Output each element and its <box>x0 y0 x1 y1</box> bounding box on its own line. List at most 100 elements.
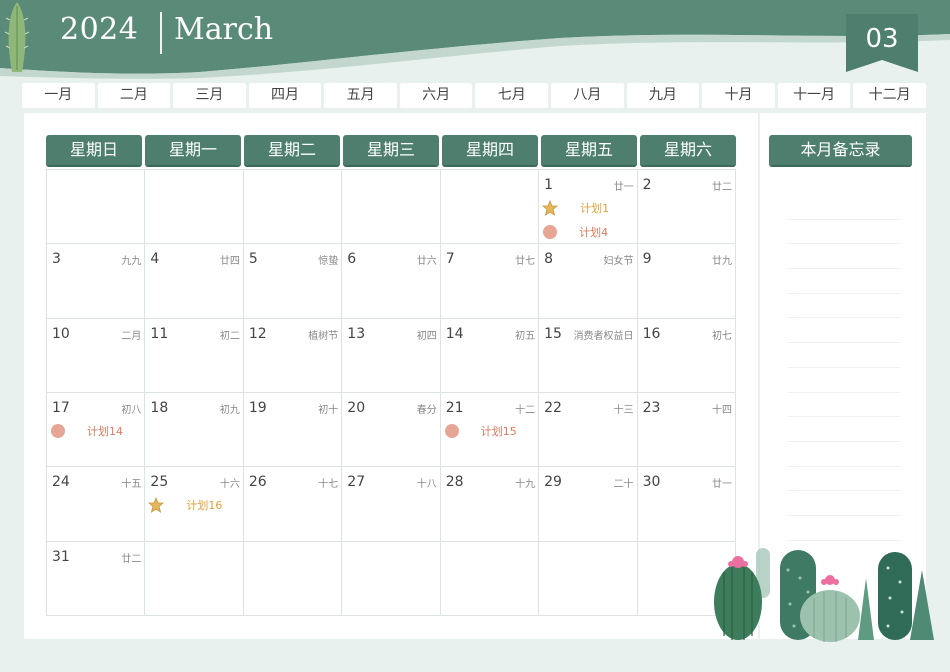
day-cell[interactable]: 25 十六 计划16 <box>145 467 244 542</box>
plan-entry[interactable]: 计划4 <box>542 223 608 241</box>
memo-line[interactable] <box>787 294 901 319</box>
lunar-date: 廿二 <box>121 553 142 565</box>
lunar-date: 初九 <box>219 405 240 416</box>
day-cell[interactable]: 13 初四 <box>342 318 441 393</box>
memo-line[interactable] <box>787 442 901 467</box>
lunar-date: 十四 <box>712 405 732 416</box>
day-cell[interactable]: 14 初五 <box>440 318 540 393</box>
lunar-date: 廿六 <box>416 256 437 268</box>
star-icon <box>148 497 165 514</box>
plan-label: 计划1 <box>580 202 610 215</box>
day-cell[interactable]: 1 廿一 计划1 计划4 <box>539 170 638 245</box>
memo-line[interactable] <box>787 516 901 541</box>
day-number: 17 <box>52 400 70 416</box>
day-cell[interactable]: 8 妇女节 <box>539 244 638 319</box>
empty-day-cell <box>47 170 146 245</box>
lunar-date: 廿七 <box>515 256 536 268</box>
lunar-date: 初五 <box>515 330 536 342</box>
day-cell[interactable]: 3 九九 <box>47 244 146 319</box>
day-cell[interactable]: 17 初八 计划14 <box>47 393 146 468</box>
lunar-date: 十八 <box>416 479 437 491</box>
day-number: 13 <box>347 325 366 342</box>
day-number: 10 <box>52 325 70 342</box>
month-tab[interactable]: 十一月 <box>777 83 851 108</box>
day-cell[interactable]: 23 十四 <box>637 393 736 468</box>
day-number: 12 <box>248 325 267 342</box>
day-cell[interactable]: 12 植树节 <box>243 318 343 393</box>
day-cell[interactable]: 16 初七 <box>637 318 736 393</box>
plan-entry[interactable]: 计划15 <box>444 422 517 440</box>
day-cell[interactable]: 19 初十 <box>243 393 343 468</box>
day-cell[interactable]: 10 二月 <box>47 318 146 393</box>
month-tab[interactable]: 一月 <box>22 83 95 108</box>
month-tab[interactable]: 七月 <box>475 83 549 108</box>
month-tab[interactable]: 八月 <box>551 83 624 108</box>
day-cell[interactable]: 15 消费者权益日 <box>539 318 638 393</box>
empty-day-cell <box>342 170 441 245</box>
month-tab[interactable]: 三月 <box>173 83 246 108</box>
day-number: 31 <box>52 548 70 565</box>
empty-day-cell <box>440 541 540 616</box>
day-cell[interactable]: 5 惊蛰 <box>243 244 343 319</box>
memo-line[interactable] <box>787 269 901 294</box>
day-cell[interactable]: 7 廿七 <box>440 244 540 319</box>
memo-line[interactable] <box>787 417 901 442</box>
lunar-date: 十二 <box>515 405 536 416</box>
memo-line[interactable] <box>787 318 901 344</box>
memo-line[interactable] <box>787 368 901 393</box>
memo-line[interactable] <box>787 491 901 516</box>
lunar-date: 植树节 <box>308 330 339 342</box>
day-number: 15 <box>544 325 562 342</box>
day-number: 8 <box>544 251 554 268</box>
month-tab[interactable]: 五月 <box>324 83 397 108</box>
day-cell[interactable]: 20 春分 <box>342 393 441 468</box>
month-tab[interactable]: 十二月 <box>853 83 926 108</box>
month-tab[interactable]: 九月 <box>626 83 700 108</box>
day-cell[interactable]: 21 十二计划15 <box>440 393 540 468</box>
memo-line[interactable] <box>787 467 901 492</box>
day-cell[interactable]: 29 二十 <box>539 467 638 542</box>
plan-entry[interactable]: 计划1 <box>542 199 609 217</box>
weekday-label: 星期二 <box>244 135 340 167</box>
day-number: 20 <box>347 400 366 416</box>
month-tab[interactable]: 六月 <box>399 83 473 108</box>
day-number: 27 <box>347 474 366 491</box>
day-number: 7 <box>445 251 455 268</box>
month-tab[interactable]: 四月 <box>248 83 322 108</box>
month-tab[interactable]: 二月 <box>97 83 171 108</box>
day-cell[interactable]: 28 十九 <box>440 467 540 542</box>
plan-entry[interactable]: 计划16 <box>148 496 222 514</box>
calendar-header: 2024 March 03 <box>0 0 950 82</box>
day-number: 18 <box>150 400 169 416</box>
day-cell[interactable]: 6 廿六 <box>342 244 441 319</box>
memo-line[interactable] <box>787 220 901 245</box>
day-cell[interactable]: 4 廿四 <box>145 244 244 319</box>
lunar-date: 廿四 <box>219 256 240 268</box>
memo-line[interactable] <box>787 393 901 418</box>
day-cell[interactable]: 18 初九 <box>145 393 244 468</box>
lunar-date: 春分 <box>416 405 437 416</box>
lunar-date: 廿一 <box>613 182 634 193</box>
lunar-date: 九九 <box>121 256 142 268</box>
day-number: 1 <box>544 177 554 193</box>
day-cell[interactable]: 31 廿二 <box>47 541 146 616</box>
month-tab[interactable]: 十月 <box>702 83 775 108</box>
day-cell[interactable]: 22 十三 <box>539 393 638 468</box>
weekday-label: 星期四 <box>442 135 538 167</box>
day-cell[interactable]: 26 十七 <box>243 467 343 542</box>
memo-line[interactable] <box>787 343 901 368</box>
day-number: 6 <box>347 251 357 268</box>
day-cell[interactable]: 27 十八 <box>342 467 441 542</box>
empty-day-cell <box>539 541 638 616</box>
day-cell[interactable]: 24 十五 <box>47 467 146 542</box>
day-cell[interactable]: 9 廿九 <box>637 244 736 319</box>
day-number: 21 <box>445 400 464 416</box>
memo-line[interactable] <box>787 244 901 270</box>
day-cell[interactable]: 11 初二 <box>145 318 244 393</box>
day-cell[interactable]: 30 廿一 <box>637 467 736 542</box>
day-cell[interactable]: 2 廿二 <box>637 170 736 245</box>
plan-entry[interactable]: 计划14 <box>50 422 123 440</box>
memo-lines[interactable] <box>787 195 901 541</box>
empty-day-cell <box>145 541 244 616</box>
memo-line[interactable] <box>787 195 901 220</box>
